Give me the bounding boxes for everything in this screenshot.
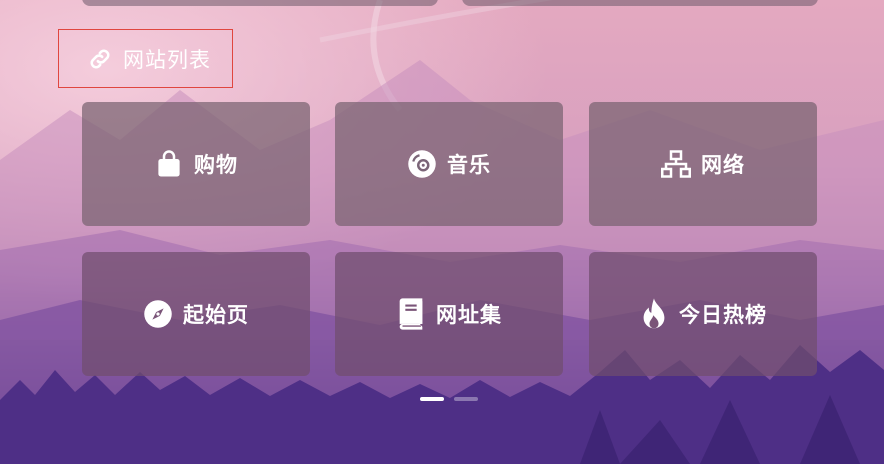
tile-music[interactable]: 音乐 — [335, 102, 563, 226]
tile-today-hot[interactable]: 今日热榜 — [589, 252, 817, 376]
compass-icon — [143, 299, 173, 329]
page-dot-2[interactable] — [454, 397, 478, 401]
previous-row-card — [82, 0, 438, 6]
section-title: 网站列表 — [123, 47, 211, 72]
book-icon — [396, 298, 426, 330]
tile-start-page[interactable]: 起始页 — [82, 252, 310, 376]
fire-icon — [639, 298, 669, 329]
tile-label: 网络 — [701, 153, 745, 177]
network-icon — [661, 149, 691, 179]
previous-row-card — [462, 0, 818, 6]
tile-label: 起始页 — [183, 303, 249, 327]
tile-label: 今日热榜 — [679, 303, 767, 327]
tile-network[interactable]: 网络 — [589, 102, 817, 226]
link-icon — [87, 46, 113, 72]
tile-shopping[interactable]: 购物 — [82, 102, 310, 226]
section-header: 网站列表 — [58, 29, 233, 88]
tile-label: 购物 — [194, 153, 238, 177]
shopping-bag-icon — [154, 149, 184, 179]
tile-label: 网址集 — [436, 303, 502, 327]
music-disc-icon — [407, 149, 437, 179]
pagination-dots — [420, 397, 478, 401]
page-dot-1[interactable] — [420, 397, 444, 401]
tile-url-collection[interactable]: 网址集 — [335, 252, 563, 376]
tile-label: 音乐 — [447, 153, 491, 177]
